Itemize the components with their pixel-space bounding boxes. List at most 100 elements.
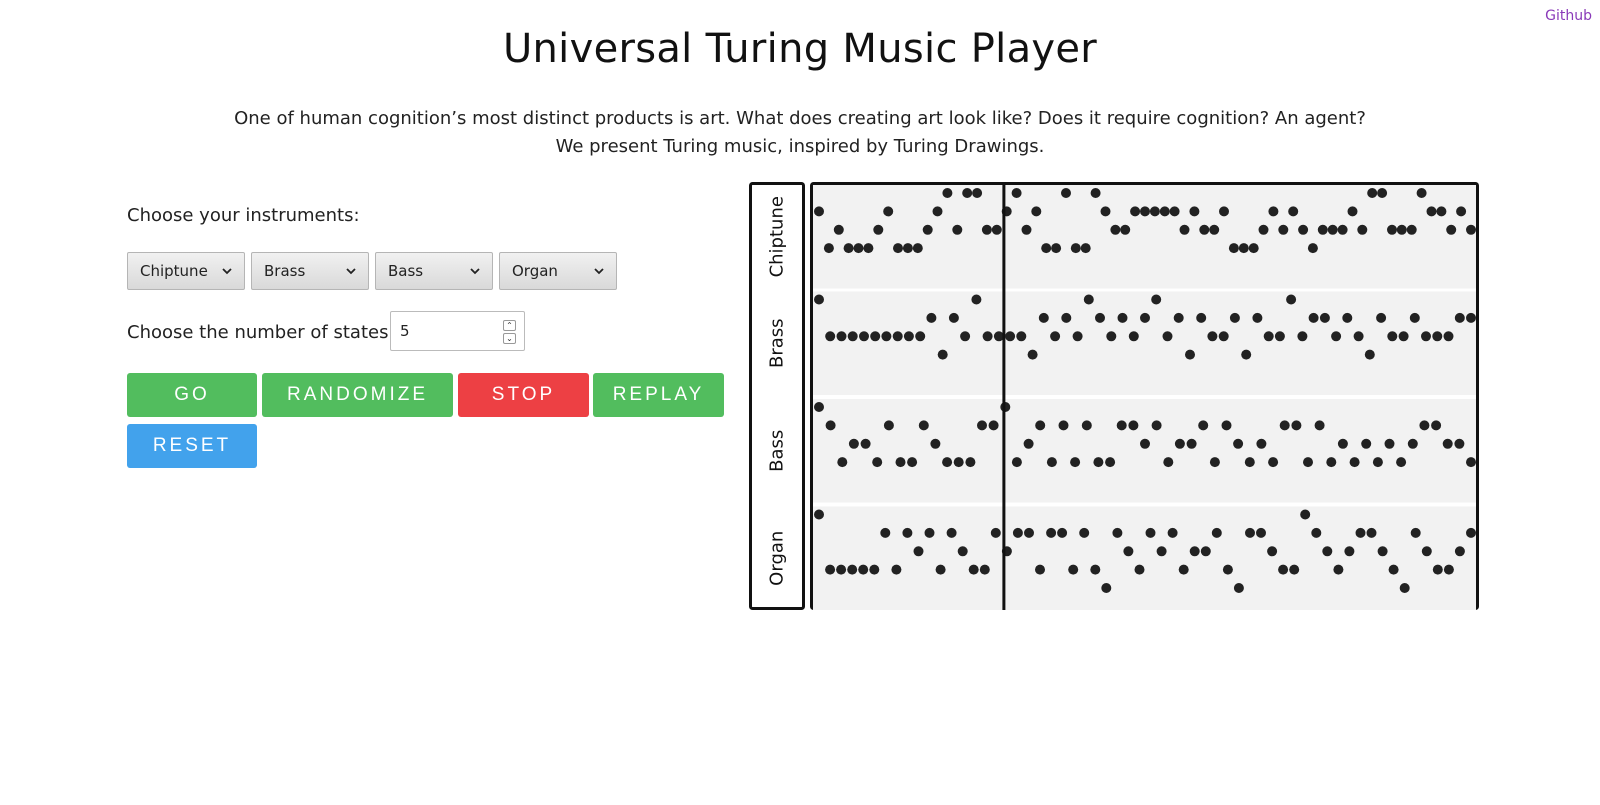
instrument-select-2[interactable]: Brass bbox=[251, 252, 369, 290]
note-dot bbox=[932, 206, 943, 217]
track-band-bass bbox=[813, 399, 1476, 503]
note-dot bbox=[1319, 312, 1330, 323]
intro-line-1: One of human cognition’s most distinct p… bbox=[234, 108, 1366, 129]
note-dot bbox=[1106, 331, 1117, 342]
note-dot bbox=[1228, 243, 1239, 254]
note-dot bbox=[1466, 312, 1476, 323]
go-button[interactable]: GO bbox=[127, 373, 257, 417]
github-link[interactable]: Github bbox=[1545, 8, 1592, 24]
instrument-select-1[interactable]: Chiptune bbox=[127, 252, 245, 290]
note-dot bbox=[1151, 294, 1162, 305]
note-dot bbox=[823, 243, 834, 254]
note-dot bbox=[935, 564, 946, 575]
note-dot bbox=[1218, 331, 1229, 342]
note-dot bbox=[1123, 546, 1134, 557]
replay-button[interactable]: REPLAY bbox=[593, 373, 724, 417]
note-dot bbox=[1027, 349, 1038, 360]
note-dot bbox=[1466, 457, 1476, 468]
note-dot bbox=[1248, 243, 1259, 254]
note-dot bbox=[1409, 312, 1420, 323]
note-dot bbox=[1337, 438, 1348, 449]
note-dot bbox=[1072, 331, 1083, 342]
note-dot bbox=[1140, 206, 1150, 217]
note-dot bbox=[946, 527, 957, 538]
note-dot bbox=[880, 527, 891, 538]
note-dot bbox=[1353, 331, 1364, 342]
randomize-button[interactable]: RANDOMIZE bbox=[262, 373, 453, 417]
note-dot bbox=[1466, 527, 1476, 538]
note-dot bbox=[1268, 457, 1279, 468]
note-dot bbox=[1149, 206, 1160, 217]
note-dot bbox=[1419, 420, 1430, 431]
note-dot bbox=[1347, 206, 1358, 217]
note-dot bbox=[902, 527, 913, 538]
track-band-brass bbox=[813, 291, 1476, 395]
intro-line-2: We present Turing music, inspired by Tur… bbox=[555, 136, 1045, 157]
note-dot bbox=[1387, 331, 1398, 342]
note-dot bbox=[1238, 243, 1249, 254]
chevron-down-icon bbox=[470, 268, 480, 275]
stepper-up-icon[interactable]: ⌃ bbox=[503, 320, 516, 331]
note-dot bbox=[1178, 564, 1189, 575]
note-dot bbox=[930, 438, 941, 449]
note-dot bbox=[1331, 331, 1342, 342]
note-dot bbox=[971, 294, 982, 305]
note-dot bbox=[1189, 546, 1200, 557]
instrument-selects: Chiptune Brass Bass Organ bbox=[127, 252, 617, 290]
note-dot bbox=[952, 224, 963, 235]
note-dot bbox=[990, 527, 1001, 538]
note-dot bbox=[1233, 583, 1244, 593]
states-stepper[interactable]: ⌃ ⌄ bbox=[503, 320, 516, 344]
note-dot bbox=[814, 294, 824, 305]
note-dot bbox=[1396, 224, 1407, 235]
note-dot bbox=[1061, 188, 1071, 198]
note-dot bbox=[1117, 312, 1128, 323]
note-dot bbox=[1286, 294, 1297, 305]
note-dot bbox=[1396, 457, 1407, 468]
note-dot bbox=[1011, 457, 1022, 468]
note-dot bbox=[981, 224, 992, 235]
note-dot bbox=[1303, 457, 1313, 468]
note-dot bbox=[1344, 546, 1355, 557]
note-dot bbox=[1337, 224, 1348, 235]
chevron-down-icon bbox=[594, 268, 604, 275]
note-dot bbox=[924, 527, 935, 538]
note-dot bbox=[1377, 188, 1388, 198]
note-dot bbox=[1278, 224, 1289, 235]
note-dot bbox=[1432, 564, 1443, 575]
note-dot bbox=[1101, 583, 1112, 593]
note-dot bbox=[1058, 420, 1069, 431]
note-dot bbox=[847, 564, 858, 575]
note-dot bbox=[1361, 438, 1372, 449]
note-dot bbox=[860, 438, 871, 449]
note-dot bbox=[1384, 438, 1395, 449]
note-dot bbox=[926, 312, 937, 323]
states-input-value: 5 bbox=[400, 322, 410, 340]
track-band-organ bbox=[813, 506, 1476, 610]
states-input[interactable]: 5 ⌃ ⌄ bbox=[390, 311, 525, 351]
note-dot bbox=[1083, 294, 1094, 305]
note-dot bbox=[1163, 457, 1174, 468]
note-dot bbox=[1333, 564, 1344, 575]
note-dot bbox=[957, 546, 968, 557]
reset-button[interactable]: RESET bbox=[127, 424, 257, 468]
note-dot bbox=[1244, 457, 1255, 468]
note-dot bbox=[1326, 457, 1337, 468]
note-dot bbox=[988, 420, 999, 431]
note-dot bbox=[1046, 457, 1057, 468]
instrument-select-4[interactable]: Organ bbox=[499, 252, 617, 290]
note-dot bbox=[1079, 527, 1090, 538]
note-dot bbox=[1466, 224, 1476, 235]
instrument-select-3[interactable]: Bass bbox=[375, 252, 493, 290]
stepper-down-icon[interactable]: ⌄ bbox=[503, 333, 516, 344]
note-dot bbox=[1355, 527, 1366, 538]
note-dot bbox=[1229, 312, 1240, 323]
note-dot bbox=[825, 420, 836, 431]
note-dot bbox=[1068, 564, 1079, 575]
note-dot bbox=[979, 564, 990, 575]
note-dot bbox=[1185, 349, 1195, 360]
note-dot bbox=[1196, 312, 1207, 323]
note-dot bbox=[1200, 546, 1211, 557]
stop-button[interactable]: STOP bbox=[458, 373, 589, 417]
note-dot bbox=[1169, 206, 1180, 217]
